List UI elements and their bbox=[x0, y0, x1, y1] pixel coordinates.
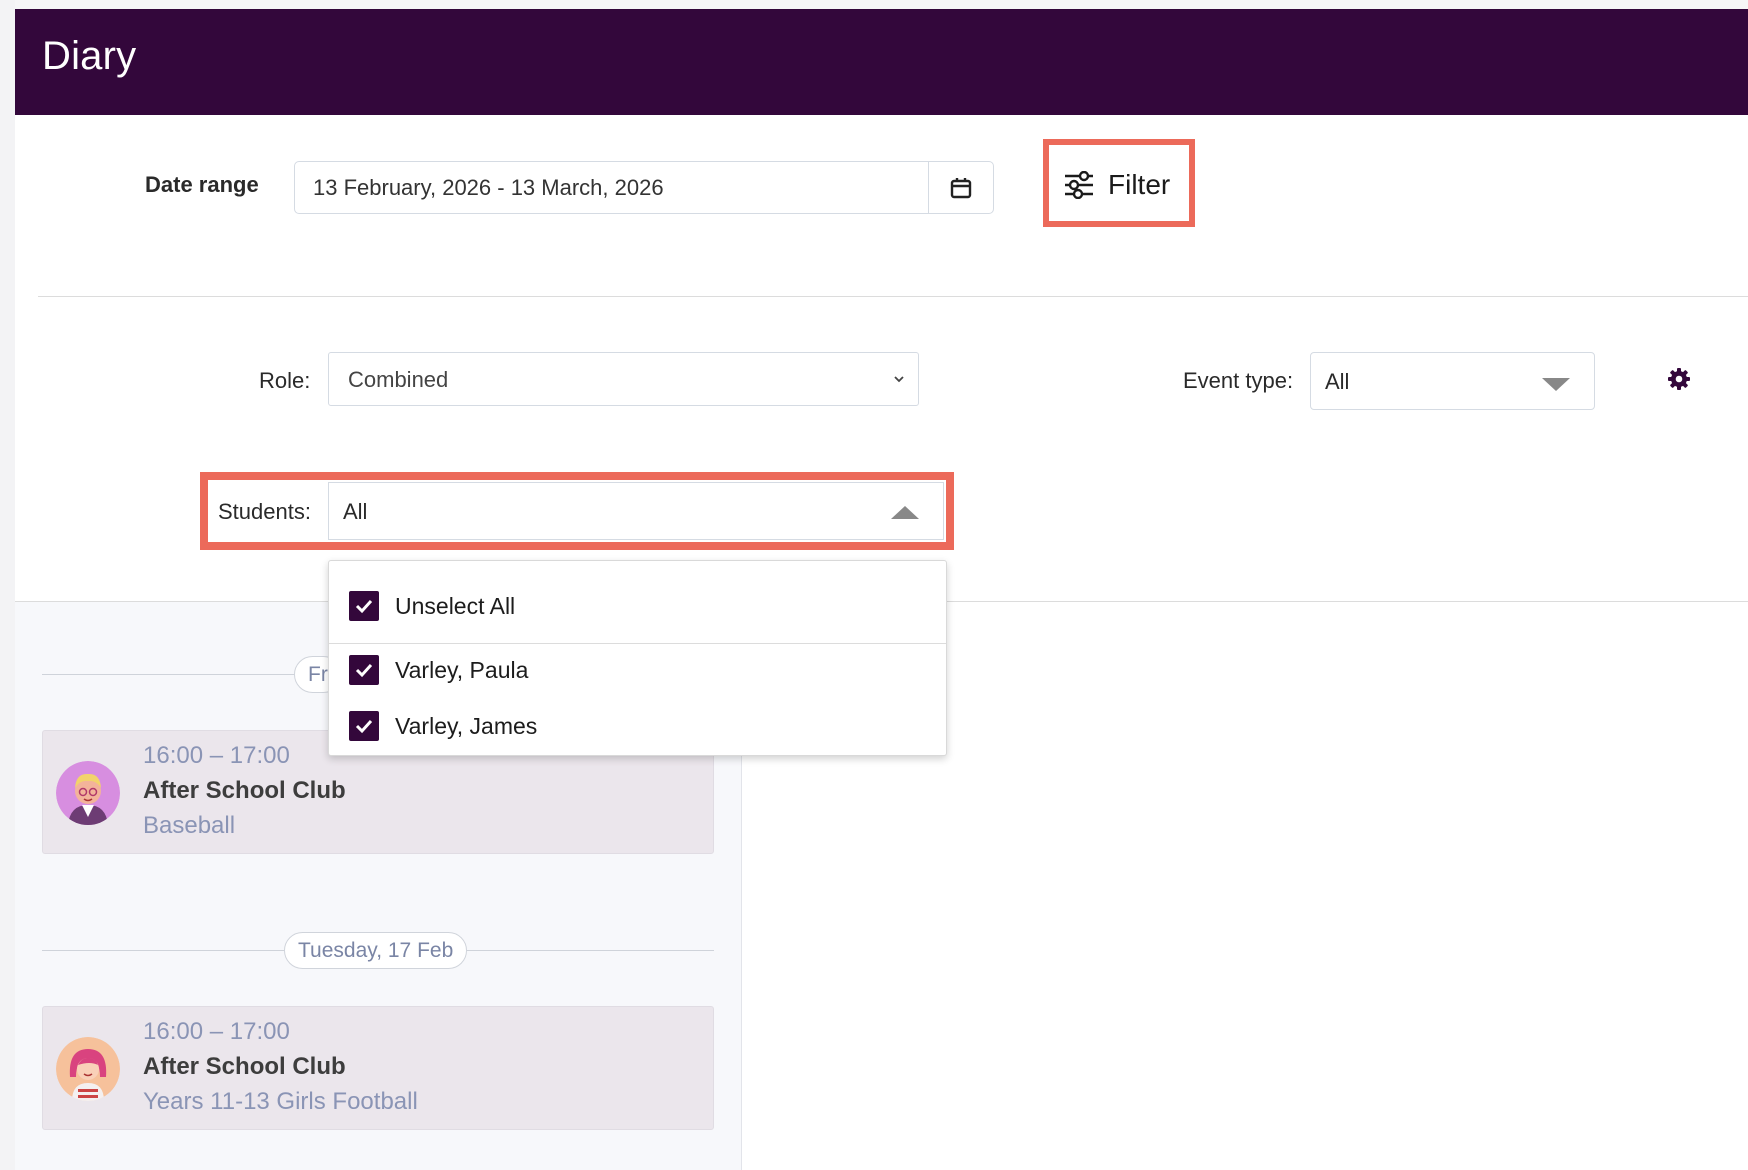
student-option[interactable]: Varley, James bbox=[349, 711, 537, 741]
boy-avatar bbox=[56, 761, 120, 825]
event-subtitle: Baseball bbox=[143, 812, 236, 839]
check-icon bbox=[355, 599, 373, 614]
divider bbox=[38, 296, 1748, 297]
chevron-down-icon bbox=[894, 376, 904, 383]
dropdown-divider bbox=[329, 643, 946, 644]
unselect-all-option[interactable]: Unselect All bbox=[349, 591, 515, 621]
date-range-input[interactable]: 13 February, 2026 - 13 March, 2026 bbox=[295, 162, 929, 213]
student-option[interactable]: Varley, Paula bbox=[349, 655, 528, 685]
students-dropdown: Unselect All Varley, Paula Varley, James bbox=[328, 560, 947, 756]
event-type-selected-value: All bbox=[1325, 369, 1350, 394]
check-icon bbox=[355, 719, 373, 734]
day-label-pill: Tuesday, 17 Feb bbox=[284, 932, 468, 969]
calendar-button[interactable] bbox=[928, 162, 993, 213]
filter-label: Filter bbox=[1108, 169, 1171, 200]
event-type-select[interactable]: All bbox=[1310, 352, 1595, 410]
caret-up-icon bbox=[891, 506, 919, 519]
checkbox-checked[interactable] bbox=[349, 655, 379, 685]
page-gutter bbox=[0, 0, 15, 1170]
date-range-label: Date range bbox=[145, 172, 259, 197]
sliders-icon bbox=[1065, 171, 1093, 199]
event-subtitle: Years 11-13 Girls Football bbox=[143, 1088, 418, 1115]
option-label: Varley, James bbox=[395, 712, 538, 739]
page-title: Diary bbox=[42, 34, 137, 78]
calendar-icon bbox=[950, 177, 972, 198]
gear-icon[interactable] bbox=[1667, 367, 1691, 391]
top-strip bbox=[0, 0, 1748, 9]
event-time: 16:00 – 17:00 bbox=[143, 742, 290, 769]
event-type-label: Event type: bbox=[1183, 368, 1294, 393]
event-title: After School Club bbox=[143, 777, 346, 804]
role-select[interactable]: Combined bbox=[328, 352, 919, 406]
role-selected-value: Combined bbox=[348, 367, 449, 392]
date-range-picker: 13 February, 2026 - 13 March, 2026 bbox=[294, 161, 994, 214]
checkbox-checked[interactable] bbox=[349, 711, 379, 741]
checkbox-checked[interactable] bbox=[349, 591, 379, 621]
students-select[interactable]: All bbox=[328, 482, 944, 540]
option-label: Unselect All bbox=[395, 592, 516, 619]
page-header bbox=[15, 9, 1748, 115]
event-card[interactable]: 16:00 – 17:00 After School Club Years 11… bbox=[42, 1006, 714, 1130]
role-label: Role: bbox=[259, 368, 311, 393]
students-label: Students: bbox=[218, 499, 311, 524]
students-selected-value: All bbox=[343, 499, 368, 524]
event-time: 16:00 – 17:00 bbox=[143, 1018, 290, 1045]
girl-avatar bbox=[56, 1037, 120, 1101]
option-label: Varley, Paula bbox=[395, 656, 529, 683]
caret-down-icon bbox=[1542, 378, 1570, 391]
filter-button[interactable]: Filter bbox=[1064, 164, 1170, 206]
check-icon bbox=[355, 663, 373, 678]
event-title: After School Club bbox=[143, 1053, 346, 1080]
